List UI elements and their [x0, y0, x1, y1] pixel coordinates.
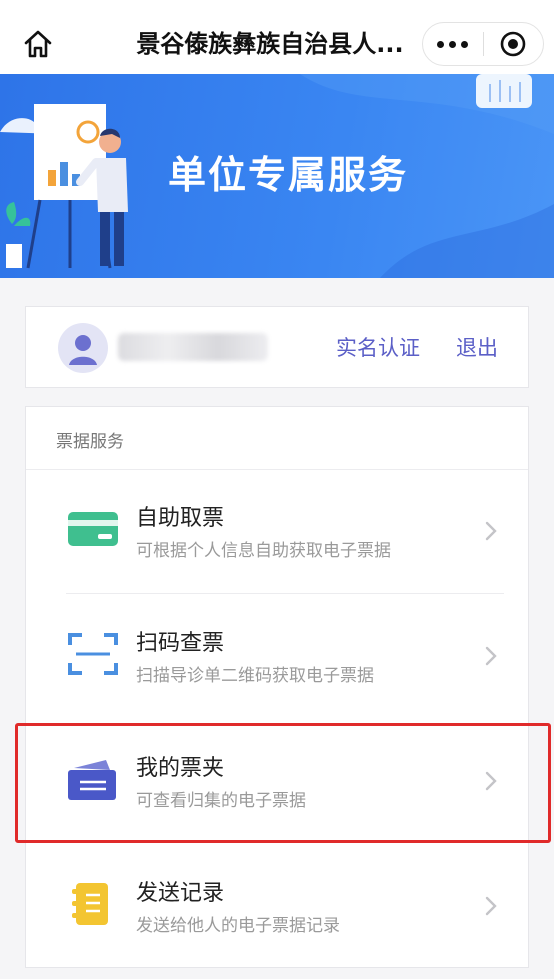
more-dot-icon: [461, 40, 469, 48]
banner-title: 单位专属服务: [168, 153, 409, 197]
more-dot-icon: [437, 40, 445, 48]
chevron-right-icon: [485, 521, 497, 541]
item-title: 发送记录: [136, 881, 225, 906]
logout-link[interactable]: 退出: [456, 333, 498, 363]
item-subtitle: 扫描导诊单二维码获取电子票据: [136, 666, 374, 686]
more-button[interactable]: [423, 23, 483, 65]
banner: 单位专属服务: [0, 74, 554, 278]
service-item-my-ticket-folder[interactable]: 我的票夹 可查看归集的电子票据: [26, 720, 528, 844]
close-button[interactable]: [483, 23, 543, 65]
ticket-services-card: 票据服务 自助取票 可根据个人信息自助获取电子票据 扫码查票 扫描导诊单二维码获…: [25, 406, 529, 968]
folder-icon: [68, 760, 116, 800]
chevron-right-icon: [485, 896, 497, 916]
chevron-right-icon: [485, 646, 497, 666]
home-button[interactable]: [18, 24, 58, 64]
item-subtitle: 发送给他人的电子票据记录: [136, 916, 340, 936]
service-item-self-pickup[interactable]: 自助取票 可根据个人信息自助获取电子票据: [26, 470, 528, 594]
service-item-scan-query[interactable]: 扫码查票 扫描导诊单二维码获取电子票据: [26, 595, 528, 719]
chevron-right-icon: [485, 771, 497, 791]
user-avatar-icon: [69, 335, 97, 365]
item-subtitle: 可查看归集的电子票据: [136, 791, 306, 811]
real-name-verify-link[interactable]: 实名认证: [336, 333, 420, 363]
item-title: 扫码查票: [136, 631, 225, 656]
service-item-send-records[interactable]: 发送记录 发送给他人的电子票据记录: [26, 845, 528, 969]
ticket-card-icon: [68, 512, 118, 546]
notebook-icon: [72, 883, 108, 925]
home-icon: [24, 30, 52, 58]
scan-icon: [68, 633, 118, 675]
user-card: 实名认证 退出: [25, 306, 529, 388]
blurred-username: [118, 333, 268, 361]
page-title: 景谷傣族彝族自治县人...: [136, 30, 404, 58]
section-label: 票据服务: [56, 432, 124, 452]
more-dot-icon: [449, 40, 457, 48]
item-subtitle: 可根据个人信息自助获取电子票据: [136, 541, 391, 561]
item-title: 自助取票: [136, 506, 225, 531]
avatar: [58, 323, 108, 373]
mini-program-capsule: [422, 22, 544, 66]
close-circle-icon: [500, 31, 526, 57]
item-title: 我的票夹: [136, 756, 225, 781]
divider: [66, 593, 504, 594]
